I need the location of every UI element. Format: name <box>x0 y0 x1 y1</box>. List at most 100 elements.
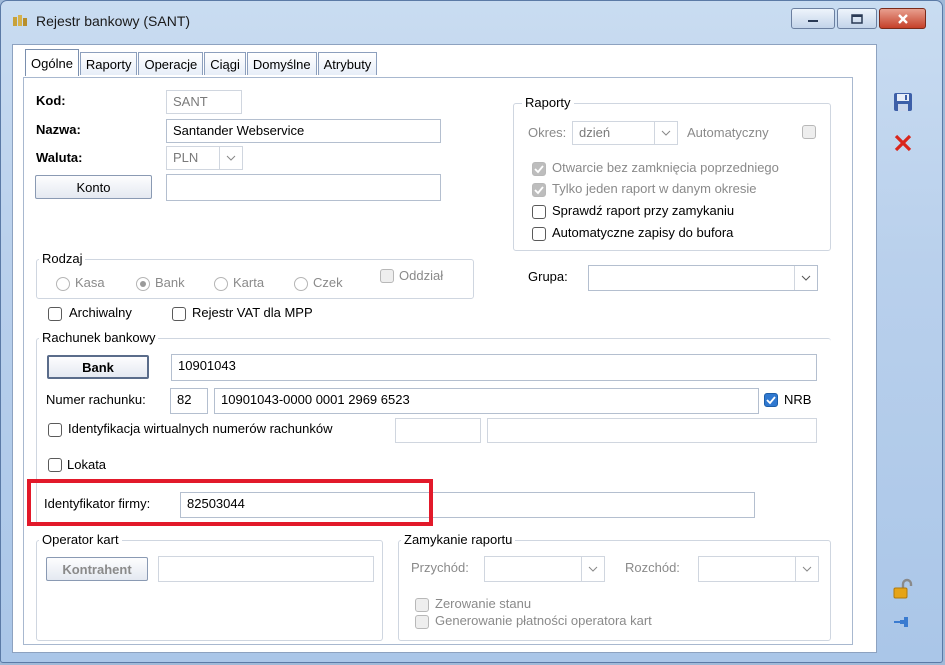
identyfikacja-checkbox[interactable] <box>48 423 62 437</box>
minimize-button[interactable] <box>791 8 835 29</box>
kontrahent-button[interactable]: Kontrahent <box>46 557 148 581</box>
nrb-label: NRB <box>784 392 812 407</box>
pin-icon <box>894 617 908 627</box>
tab-label: Atrybuty <box>323 56 372 72</box>
save-icon <box>894 93 912 111</box>
tab-label: Operacje <box>144 56 198 72</box>
tab-operacje[interactable]: Operacje <box>138 52 204 75</box>
generowanie-checkbox[interactable] <box>415 615 429 629</box>
waluta-select[interactable]: PLN <box>166 146 243 170</box>
konto-button-label: Konto <box>76 179 111 195</box>
bank-field[interactable]: 10901043 <box>171 354 817 381</box>
rejestr-vat-checkbox[interactable] <box>172 307 186 321</box>
nrb-checkbox[interactable] <box>764 393 778 407</box>
tab-label: Ogólne <box>31 55 73 71</box>
grupa-label: Grupa: <box>528 269 568 284</box>
numer-prefix-field[interactable]: 82 <box>170 388 208 414</box>
radio-karta-label: Karta <box>233 275 265 290</box>
tab-domyslne[interactable]: Domyślne <box>246 52 317 75</box>
close-icon <box>897 13 908 24</box>
delete-button[interactable] <box>888 128 918 158</box>
nazwa-field[interactable]: Santander Webservice <box>166 119 441 143</box>
maximize-button[interactable] <box>837 8 877 29</box>
otwarcie-checkbox[interactable] <box>532 162 546 176</box>
radio-kasa-label: Kasa <box>75 275 105 290</box>
tab-atrybuty[interactable]: Atrybuty <box>317 52 378 75</box>
title-bar[interactable]: Rejestr bankowy (SANT) <box>1 1 942 41</box>
otwarcie-label: Otwarcie bez zamknięcia poprzedniego <box>552 160 779 175</box>
pin-button[interactable] <box>888 607 918 637</box>
zamykanie-title: Zamykanie raportu <box>401 532 516 547</box>
tab-label: Raporty <box>85 56 132 72</box>
okres-select[interactable]: dzień <box>572 121 678 145</box>
tab-raporty[interactable]: Raporty <box>79 52 138 75</box>
chevron-down-icon <box>581 557 604 581</box>
oddzial-label: Oddział <box>399 268 444 283</box>
radio-czek[interactable] <box>294 277 308 291</box>
waluta-label: Waluta: <box>36 150 83 165</box>
chevron-down-icon <box>654 122 677 144</box>
close-button[interactable] <box>879 8 926 29</box>
rachunek-group-title: Rachunek bankowy <box>39 330 159 345</box>
generowanie-label: Generowanie płatności operatora kart <box>435 613 652 628</box>
kod-label: Kod: <box>36 93 66 108</box>
check-icon <box>534 165 544 174</box>
konto-field[interactable] <box>166 174 441 201</box>
okres-label: Okres: <box>528 125 567 140</box>
chevron-down-icon <box>795 557 818 581</box>
tab-label: Domyślne <box>252 56 311 72</box>
sprawdz-checkbox[interactable] <box>532 205 546 219</box>
register-icon <box>13 15 27 26</box>
radio-kasa[interactable] <box>56 277 70 291</box>
lokata-checkbox[interactable] <box>48 458 62 472</box>
maximize-icon <box>851 13 863 24</box>
kontrahent-field[interactable] <box>158 556 374 582</box>
save-button[interactable] <box>888 87 918 117</box>
unlock-icon <box>893 578 913 599</box>
rodzaj-group-title: Rodzaj <box>39 251 86 266</box>
chevron-down-icon <box>219 147 242 169</box>
kod-field[interactable]: SANT <box>166 90 242 114</box>
automatyczny-label: Automatyczny <box>687 125 769 140</box>
automatyczne-zapisy-label: Automatyczne zapisy do bufora <box>552 225 734 240</box>
bank-button-label: Bank <box>82 359 114 375</box>
operator-kart-title: Operator kart <box>39 532 122 547</box>
zerowanie-label: Zerowanie stanu <box>435 596 532 611</box>
archiwalny-checkbox[interactable] <box>48 307 62 321</box>
radio-czek-label: Czek <box>313 275 343 290</box>
radio-karta[interactable] <box>214 277 228 291</box>
rozchod-label: Rozchód: <box>625 560 680 575</box>
raporty-group-title: Raporty <box>522 95 574 110</box>
minimize-icon <box>808 19 818 22</box>
rejestr-vat-label: Rejestr VAT dla MPP <box>192 305 313 320</box>
grupa-select[interactable] <box>588 265 818 291</box>
kontrahent-button-label: Kontrahent <box>62 561 132 577</box>
okres-value: dzień <box>579 125 611 140</box>
numer-rachunku-field[interactable]: 10901043-0000 0001 2969 6523 <box>214 388 759 414</box>
zerowanie-checkbox[interactable] <box>415 598 429 612</box>
identyfikacja-field-1[interactable] <box>395 418 481 443</box>
waluta-value: PLN <box>173 150 199 165</box>
przychod-label: Przychód: <box>411 560 469 575</box>
tab-ogolne[interactable]: Ogólne <box>25 49 79 76</box>
identyfikacja-field-2[interactable] <box>487 418 817 443</box>
przychod-select[interactable] <box>484 556 605 582</box>
window-title: Rejestr bankowy (SANT) <box>36 13 191 29</box>
rozchod-select[interactable] <box>698 556 819 582</box>
tab-label: Ciągi <box>210 56 240 72</box>
bank-button[interactable]: Bank <box>47 355 149 379</box>
numer-rachunku-label: Numer rachunku: <box>46 392 146 407</box>
radio-bank-label: Bank <box>155 275 185 290</box>
jeden-raport-checkbox[interactable] <box>532 183 546 197</box>
automatyczny-checkbox[interactable] <box>802 125 816 139</box>
archiwalny-label: Archiwalny <box>69 305 132 320</box>
lock-button[interactable] <box>888 574 918 604</box>
konto-button[interactable]: Konto <box>35 175 152 199</box>
tab-ciagi[interactable]: Ciągi <box>204 52 246 75</box>
radio-bank[interactable] <box>136 277 150 291</box>
delete-icon <box>894 134 912 152</box>
oddzial-checkbox[interactable] <box>380 269 394 283</box>
check-icon <box>534 186 544 195</box>
automatyczne-zapisy-checkbox[interactable] <box>532 227 546 241</box>
app-window: Rejestr bankowy (SANT) Ogólne Raporty Op… <box>0 0 943 663</box>
